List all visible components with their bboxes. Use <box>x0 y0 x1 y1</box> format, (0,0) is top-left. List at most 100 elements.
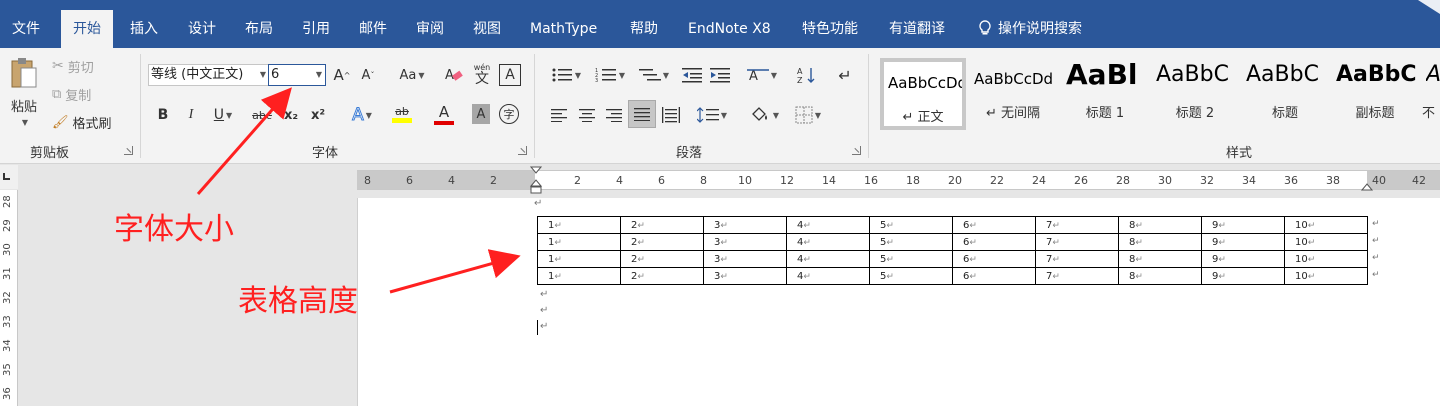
table-cell[interactable]: 1↵ <box>537 233 621 251</box>
show-formatting-marks-button[interactable]: ↵ <box>834 64 856 86</box>
table-cell[interactable]: 2↵ <box>620 250 704 268</box>
vertical-ruler[interactable]: 28 29 30 31 32 33 34 35 36 <box>0 190 18 406</box>
table-cell[interactable]: 8↵ <box>1118 233 1202 251</box>
shading-button[interactable]: ▼ <box>744 104 784 126</box>
table-cell[interactable]: 6↵ <box>952 267 1036 285</box>
character-border-button[interactable]: A <box>499 64 521 86</box>
table-cell[interactable]: 10↵ <box>1284 233 1368 251</box>
tab-help[interactable]: 帮助 <box>618 10 670 48</box>
distributed-button[interactable] <box>660 104 682 126</box>
tab-layout[interactable]: 布局 <box>233 10 285 48</box>
tab-endnote[interactable]: EndNote X8 <box>676 10 783 48</box>
clipboard-launcher-icon[interactable] <box>124 146 133 155</box>
table-cell[interactable]: 8↵ <box>1118 267 1202 285</box>
paste-button[interactable]: 粘贴 <box>6 96 42 115</box>
align-center-button[interactable] <box>576 104 598 126</box>
tab-mathtype[interactable]: MathType <box>518 10 609 48</box>
table-cell[interactable]: 2↵ <box>620 267 704 285</box>
table-cell[interactable]: 9↵ <box>1201 233 1285 251</box>
change-case-button[interactable]: Aa ▼ <box>394 64 430 86</box>
style-more[interactable]: A 不 <box>1422 58 1440 130</box>
cut-button[interactable]: ✂ 剪切 <box>52 56 94 76</box>
enclose-characters-button[interactable]: 字 <box>499 104 519 124</box>
paste-dropdown[interactable]: ▼ <box>16 116 32 128</box>
table-cell[interactable]: 1↵ <box>537 216 621 234</box>
character-shading-button[interactable]: A <box>472 104 490 124</box>
format-painter-button[interactable]: 🖌 格式刷 <box>52 112 112 132</box>
font-launcher-icon[interactable] <box>518 146 527 155</box>
table-cell[interactable]: 3↵ <box>703 233 787 251</box>
style-title[interactable]: AaBbC 标题 <box>1242 58 1328 130</box>
style-heading-1[interactable]: AaBl 标题 1 <box>1062 58 1148 130</box>
table-cell[interactable]: 4↵ <box>786 250 870 268</box>
align-left-button[interactable] <box>548 104 570 126</box>
subscript-button[interactable]: x₂ <box>281 104 301 126</box>
font-name-combo[interactable]: 等线 (中文正文) ▼ <box>148 64 270 86</box>
document-table[interactable]: 1↵ 2↵ 3↵ 4↵ 5↵ 6↵ 7↵ 8↵ 9↵ 10↵ 1↵ 2↵ 3↵ 4↵ 5↵ 6↵ 7↵ 8↵ 9↵ 1… <box>537 216 1368 285</box>
style-no-spacing[interactable]: AaBbCcDd ↵ 无间隔 <box>970 58 1056 130</box>
table-cell[interactable]: 4↵ <box>786 267 870 285</box>
font-size-combo[interactable]: 6 ▼ <box>268 64 326 86</box>
table-cell[interactable]: 1↵ <box>537 267 621 285</box>
table-cell[interactable]: 7↵ <box>1035 250 1119 268</box>
indent-markers-icon[interactable] <box>530 166 542 196</box>
style-subtitle[interactable]: AaBbC 副标题 <box>1332 58 1418 130</box>
table-cell[interactable]: 7↵ <box>1035 216 1119 234</box>
table-cell[interactable]: 8↵ <box>1118 216 1202 234</box>
copy-button[interactable]: ⧉ 复制 <box>52 84 91 104</box>
clear-formatting-button[interactable]: A <box>442 64 466 86</box>
font-color-button[interactable]: A <box>426 100 462 128</box>
table-cell[interactable]: 8↵ <box>1118 250 1202 268</box>
numbering-button[interactable]: 1 2 3 ▼ <box>590 64 630 86</box>
table-cell[interactable]: 2↵ <box>620 233 704 251</box>
phonetic-guide-button[interactable]: wén 文 <box>470 62 494 88</box>
tab-youdao-translate[interactable]: 有道翻译 <box>877 10 957 48</box>
table-cell[interactable]: 6↵ <box>952 233 1036 251</box>
increase-indent-button[interactable] <box>708 64 732 86</box>
table-cell[interactable]: 3↵ <box>703 216 787 234</box>
horizontal-ruler[interactable]: 8 6 4 2 2 4 6 8 10 12 14 16 18 20 22 24 … <box>357 166 1440 194</box>
right-indent-marker-icon[interactable] <box>1361 180 1373 192</box>
paragraph-launcher-icon[interactable] <box>852 146 861 155</box>
style-normal[interactable]: AaBbCcDd ↵ 正文 <box>880 58 966 130</box>
style-heading-2[interactable]: AaBbC 标题 2 <box>1152 58 1238 130</box>
table-cell[interactable]: 9↵ <box>1201 216 1285 234</box>
shrink-font-button[interactable]: Aˇ <box>358 64 378 86</box>
underline-button[interactable]: U ▼ <box>208 104 238 126</box>
tab-file[interactable]: 文件 <box>0 10 52 48</box>
tell-me-search[interactable]: 操作说明搜索 <box>966 10 1094 48</box>
bullets-button[interactable]: ▼ <box>546 64 586 86</box>
tab-special-features[interactable]: 特色功能 <box>790 10 870 48</box>
superscript-button[interactable]: x² <box>308 104 328 126</box>
table-cell[interactable]: 7↵ <box>1035 233 1119 251</box>
italic-button[interactable]: I <box>182 104 200 126</box>
table-cell[interactable]: 5↵ <box>869 267 953 285</box>
tab-selector[interactable] <box>0 165 18 189</box>
grow-font-button[interactable]: A ^ <box>332 64 352 86</box>
line-spacing-button[interactable]: ▼ <box>694 104 730 126</box>
table-cell[interactable]: 10↵ <box>1284 250 1368 268</box>
strikethrough-button[interactable]: abc <box>250 104 274 126</box>
multilevel-list-button[interactable]: ▼ <box>634 64 674 86</box>
justify-button[interactable] <box>628 100 656 128</box>
tab-view[interactable]: 视图 <box>461 10 513 48</box>
table-cell[interactable]: 6↵ <box>952 250 1036 268</box>
table-cell[interactable]: 5↵ <box>869 233 953 251</box>
table-cell[interactable]: 4↵ <box>786 233 870 251</box>
table-cell[interactable]: 3↵ <box>703 267 787 285</box>
table-cell[interactable]: 6↵ <box>952 216 1036 234</box>
text-effects-button[interactable]: A ▼ <box>344 104 380 126</box>
tab-home[interactable]: 开始 <box>61 10 113 48</box>
tab-mailings[interactable]: 邮件 <box>347 10 399 48</box>
sort-button[interactable]: AZ <box>796 64 818 86</box>
table-cell[interactable]: 5↵ <box>869 250 953 268</box>
chinese-layout-button[interactable]: A ▼ <box>744 64 780 86</box>
table-cell[interactable]: 2↵ <box>620 216 704 234</box>
align-right-button[interactable] <box>603 104 625 126</box>
table-cell[interactable]: 5↵ <box>869 216 953 234</box>
table-cell[interactable]: 7↵ <box>1035 267 1119 285</box>
table-cell[interactable]: 10↵ <box>1284 267 1368 285</box>
bold-button[interactable]: B <box>154 104 172 126</box>
table-cell[interactable]: 1↵ <box>537 250 621 268</box>
tab-design[interactable]: 设计 <box>176 10 228 48</box>
